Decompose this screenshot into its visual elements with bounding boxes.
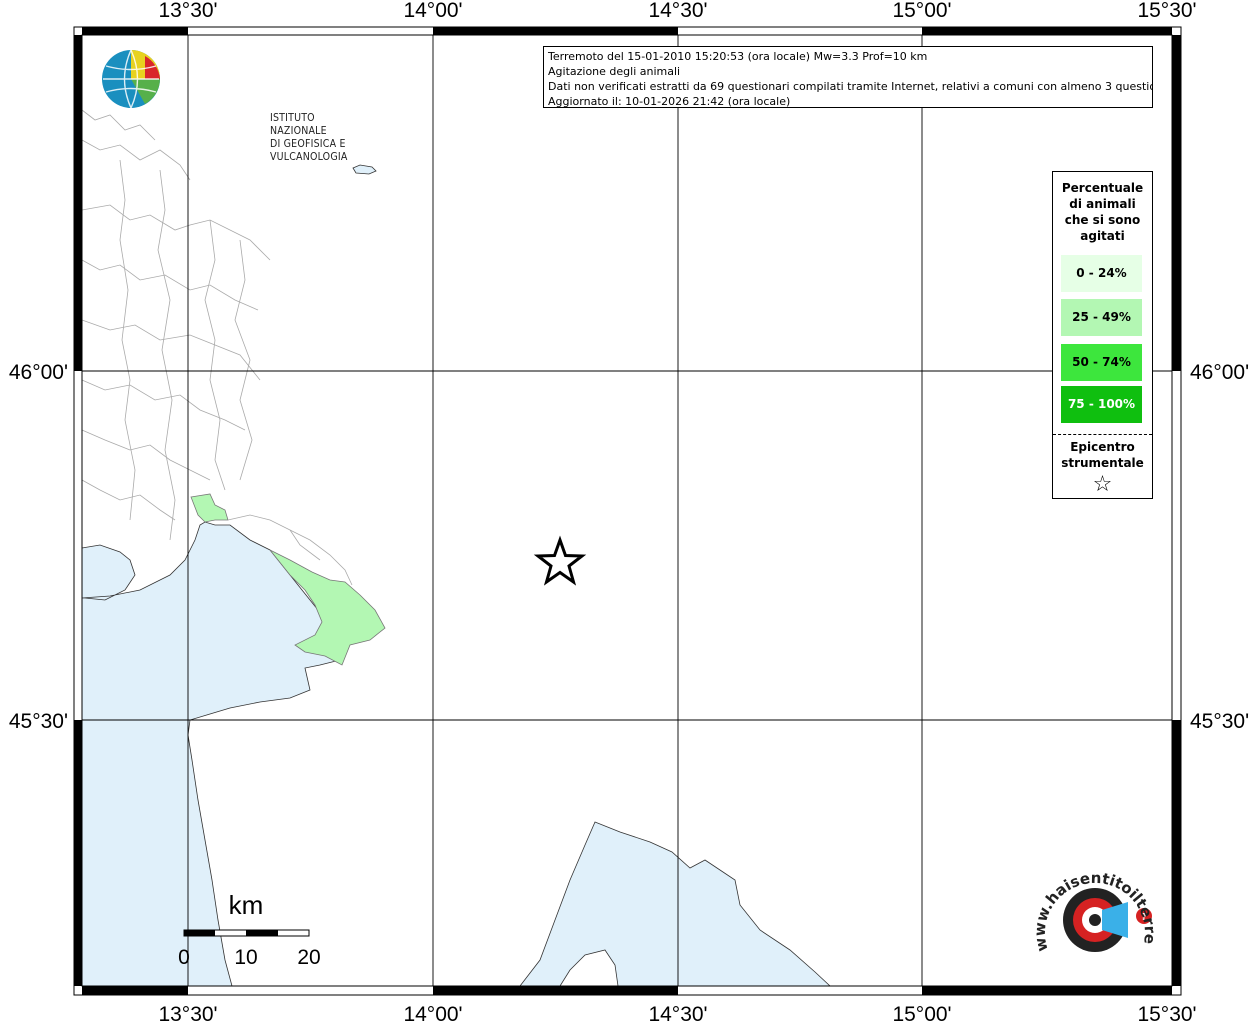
legend-epicenter-line1: Epicentro	[1070, 440, 1135, 454]
lat-label-right-1: 46°00'	[1190, 361, 1249, 384]
lake-shape	[352, 164, 377, 175]
lon-label-top-2: 14°00'	[403, 0, 462, 22]
scale-label-0: 0	[178, 946, 190, 969]
legend-title: Percentuale di animali che si sono agita…	[1053, 180, 1152, 244]
legend-separator	[1053, 434, 1152, 435]
lon-label-bottom-5: 15°30'	[1137, 1003, 1196, 1024]
axis-labels-top: 13°30' 14°00' 14°30' 15°00' 15°30'	[158, 0, 1196, 22]
lon-label-bottom-2: 14°00'	[403, 1003, 462, 1024]
legend-item-75-100: 75 - 100%	[1061, 386, 1142, 423]
epicenter-star-icon	[533, 535, 587, 586]
axis-labels-right: 46°00' 45°30'	[1190, 361, 1249, 733]
ingv-name-line2: DI GEOFISICA E VULCANOLOGIA	[270, 138, 348, 163]
lon-label-bottom-4: 15°00'	[892, 1003, 951, 1024]
data-disclaimer: Dati non verificati estratti da 69 quest…	[548, 80, 1153, 93]
scale-unit: km	[229, 890, 264, 920]
lon-label-top-3: 14°30'	[648, 0, 707, 22]
sea-gulf-of-trieste	[81, 521, 341, 987]
legend-title-line1: Percentuale	[1061, 181, 1144, 195]
lon-label-top-5: 15°30'	[1137, 0, 1196, 22]
axis-labels-bottom: 13°30' 14°00' 14°30' 15°00' 15°30'	[158, 1003, 1196, 1024]
hst-logo: ? www.haisentitoilterremoto.it	[1022, 846, 1160, 980]
lon-label-bottom-1: 13°30'	[158, 1003, 217, 1024]
legend-item-0-24: 0 - 24%	[1061, 255, 1142, 292]
lat-label-left-2: 45°30'	[9, 710, 68, 733]
legend-title-line3: che si sono	[1064, 213, 1141, 227]
ingv-logo: ISTITUTO NAZIONALE DI GEOFISICA E VULCAN…	[100, 48, 347, 163]
sea-istria-bay	[519, 821, 832, 987]
event-title: Terremoto del 15-01-2010 15:20:53 (ora l…	[548, 50, 928, 63]
legend: Percentuale di animali che si sono agita…	[1052, 171, 1153, 499]
lat-label-right-2: 45°30'	[1190, 710, 1249, 733]
lon-label-bottom-3: 14°30'	[648, 1003, 707, 1024]
legend-title-line4: agitati	[1080, 229, 1125, 243]
hst-seismo-icon: ? www.haisentitoilterremoto.it	[1022, 846, 1159, 953]
legend-title-line2: di animali	[1069, 197, 1136, 211]
map-subject: Agitazione degli animali	[548, 65, 681, 78]
lat-label-left-1: 46°00'	[9, 361, 68, 384]
axis-labels-left: 46°00' 45°30'	[9, 361, 68, 733]
lon-label-top-4: 15°00'	[892, 0, 951, 22]
legend-epicenter-label: Epicentro strumentale	[1053, 439, 1152, 471]
update-timestamp: Aggiornato il: 10-01-2026 21:42 (ora loc…	[548, 95, 791, 108]
event-info-box: Terremoto del 15-01-2010 15:20:53 (ora l…	[543, 46, 1153, 108]
scale-label-20: 20	[297, 946, 320, 969]
ingv-globe-icon	[102, 49, 160, 109]
ingv-name-line1: ISTITUTO NAZIONALE	[270, 112, 327, 137]
legend-item-50-74: 50 - 74%	[1061, 344, 1142, 381]
legend-epicenter-line2: strumentale	[1061, 456, 1144, 470]
affected-area-north	[190, 493, 229, 523]
legend-item-25-49: 25 - 49%	[1061, 299, 1142, 336]
scale-label-10: 10	[234, 946, 257, 969]
lon-label-top-1: 13°30'	[158, 0, 217, 22]
legend-star-icon: ☆	[1092, 472, 1113, 497]
